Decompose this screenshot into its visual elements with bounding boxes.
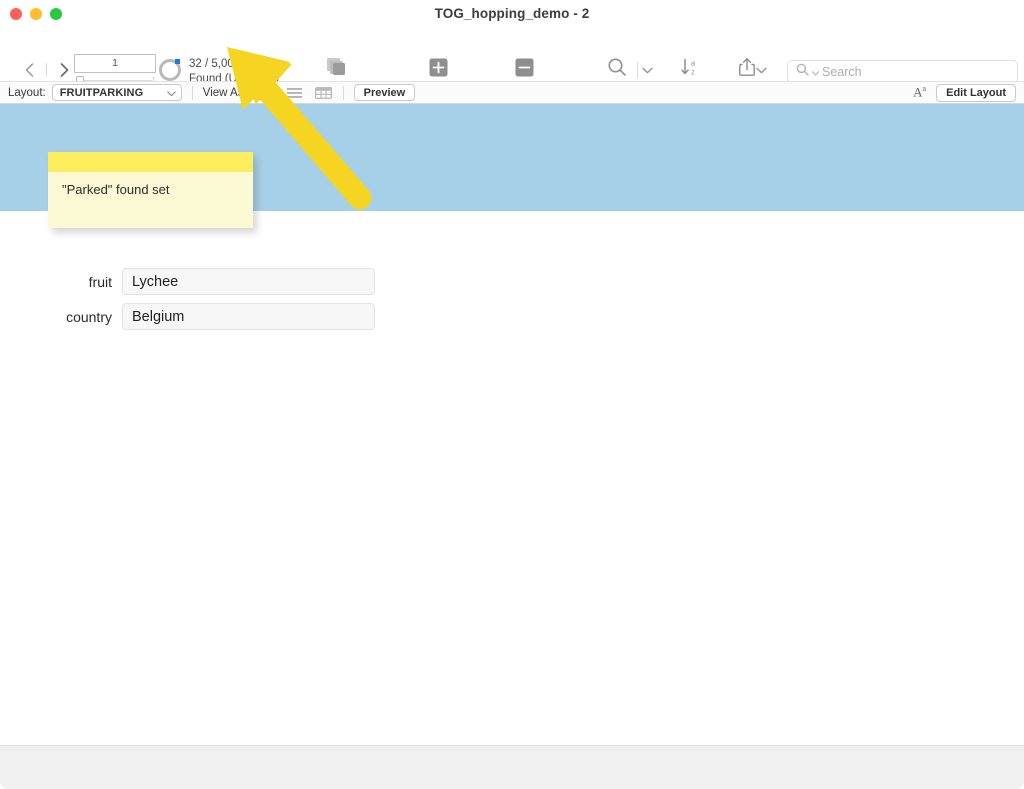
field-label-country: country	[66, 308, 112, 325]
magnifier-icon	[587, 54, 647, 80]
preview-label: Preview	[363, 86, 406, 99]
layout-select[interactable]: FRUITPARKING	[51, 84, 182, 102]
layout-bar-divider-1	[191, 85, 193, 100]
layout-bar-divider-2	[342, 85, 344, 100]
share-upload-icon	[717, 54, 777, 80]
field-label-fruit: fruit	[88, 273, 112, 290]
search-placeholder-text: Search	[822, 64, 862, 79]
title-bar: TOG_hopping_demo - 2	[0, 0, 1024, 28]
sticky-note-text: "Parked" found set	[62, 182, 170, 197]
field-input-country[interactable]: Belgium	[122, 303, 375, 330]
find-chevron-down-icon[interactable]	[641, 64, 653, 76]
current-record-number: 1	[112, 57, 118, 69]
field-value-fruit: Lychee	[132, 273, 179, 290]
next-record-icon[interactable]	[55, 60, 73, 80]
preview-button[interactable]: Preview	[353, 84, 416, 101]
text-size-icon[interactable]: Aa	[913, 84, 926, 100]
layout-label: Layout:	[8, 86, 46, 99]
filemaker-window: TOG_hopping_demo - 2 1 32 / 5,000 Found …	[0, 0, 1024, 789]
field-input-fruit[interactable]: Lychee	[122, 268, 375, 295]
search-chevron-down-icon[interactable]	[812, 63, 819, 81]
list-view-icon[interactable]	[286, 86, 303, 100]
edit-layout-label: Edit Layout	[946, 86, 1006, 99]
find-divider	[637, 62, 638, 78]
window-title: TOG_hopping_demo - 2	[434, 6, 590, 21]
sticky-note[interactable]: "Parked" found set	[48, 152, 253, 228]
window-footer	[0, 745, 1024, 789]
layout-content-area: "Parked" found set fruit Lychee country …	[0, 104, 1024, 745]
sticky-note-header	[48, 152, 253, 172]
stacked-records-icon	[293, 54, 381, 80]
layout-selected-value: FRUITPARKING	[59, 86, 144, 99]
field-row: country Belgium	[60, 303, 375, 330]
form-view-icon[interactable]	[256, 85, 274, 100]
search-magnifier-icon	[796, 63, 809, 81]
svg-text:z: z	[691, 67, 695, 76]
nav-divider	[46, 63, 47, 77]
found-count-text: 32 / 5,000	[189, 58, 241, 70]
sort-az-icon: a z	[660, 54, 720, 80]
layout-bar-right-group: Aa Edit Layout	[913, 83, 1016, 102]
current-record-field[interactable]: 1	[74, 54, 156, 73]
search-input[interactable]: Search	[787, 60, 1018, 83]
svg-text:a: a	[691, 58, 696, 67]
minus-square-icon	[480, 54, 568, 80]
main-toolbar: 1 32 / 5,000 Found (Unsorted) Records	[0, 28, 1024, 103]
chevron-down-icon	[166, 84, 176, 102]
found-set-pie-icon[interactable]	[159, 59, 181, 81]
share-chevron-down-icon[interactable]	[755, 64, 767, 76]
edit-layout-button[interactable]: Edit Layout	[936, 83, 1016, 102]
layout-bar: Layout: FRUITPARKING View As: Preview Aa…	[0, 81, 1024, 104]
previous-record-icon[interactable]	[20, 60, 38, 80]
field-value-country: Belgium	[132, 308, 185, 325]
record-navigation-chevrons	[20, 60, 73, 80]
field-row: fruit Lychee	[60, 268, 375, 295]
plus-square-icon	[394, 54, 482, 80]
view-as-label: View As:	[202, 86, 247, 99]
table-view-icon[interactable]	[314, 86, 332, 100]
view-as-toggle-group	[256, 85, 332, 100]
pie-indicator-dot	[175, 59, 180, 64]
